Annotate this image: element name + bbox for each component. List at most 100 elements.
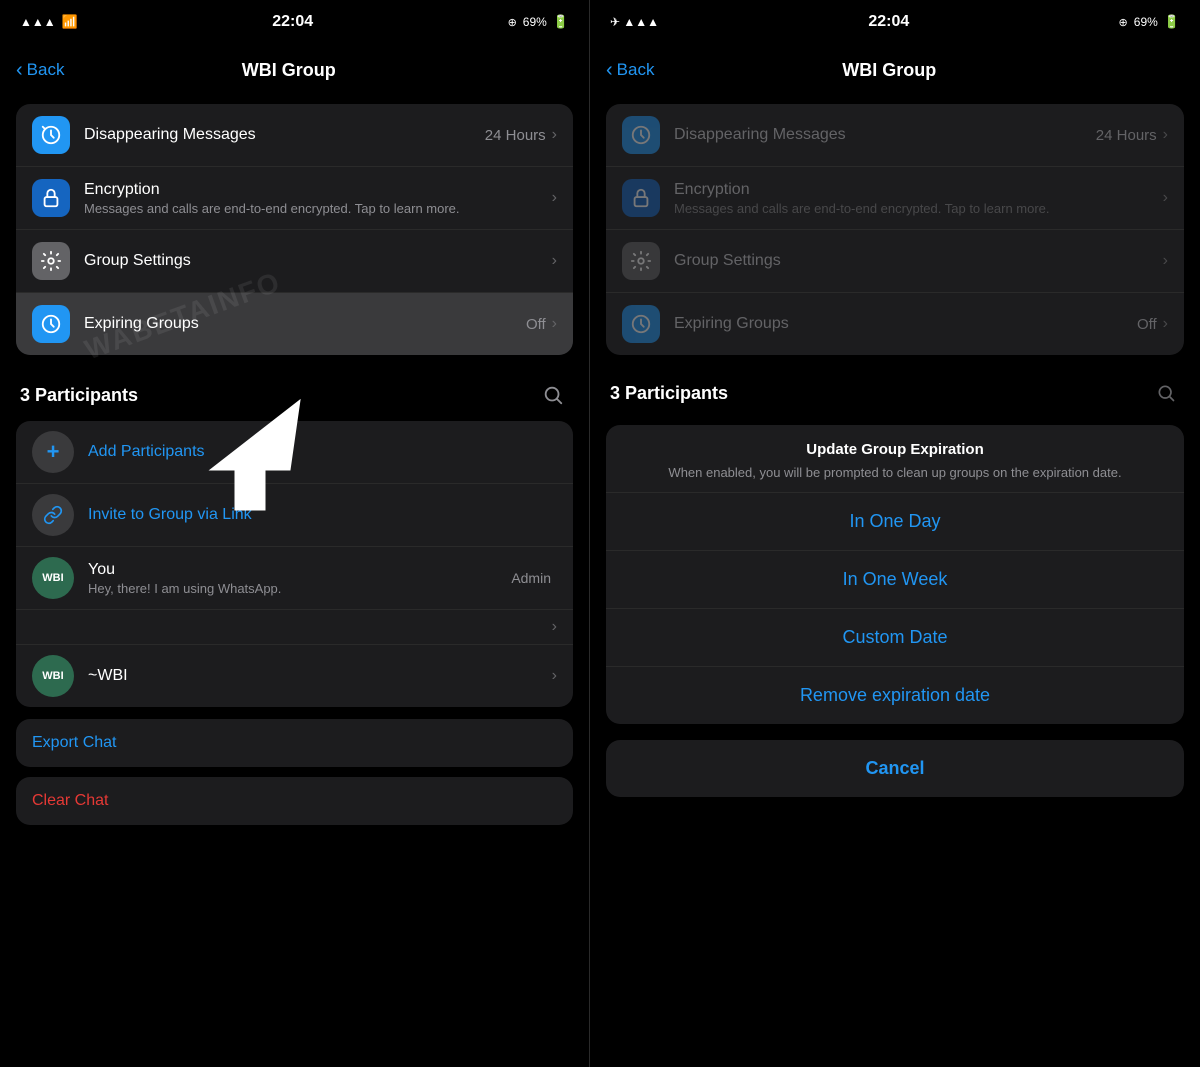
right-expiring-groups-icon: [622, 305, 660, 343]
battery-icon-left: 🔋: [553, 14, 569, 30]
invite-link-row[interactable]: Invite to Group via Link: [16, 484, 573, 547]
option-remove-expiration-label: Remove expiration date: [800, 685, 990, 705]
link-icon: [32, 494, 74, 536]
left-back-label: Back: [27, 60, 65, 80]
left-nav-bar: ‹ Back WBI Group: [0, 44, 589, 96]
signal-icon: ▲▲▲: [20, 15, 56, 29]
right-encryption-icon: [622, 179, 660, 217]
disappearing-icon: [32, 116, 70, 154]
you-badge: Admin: [511, 570, 551, 586]
right-status-bar: ✈ ▲▲▲ 22:04 ⊕ 69% 🔋: [590, 0, 1200, 44]
right-location-icon: ⊕: [1119, 16, 1128, 29]
battery-icon-right: 🔋: [1164, 14, 1180, 30]
option-in-one-week[interactable]: In One Week: [606, 550, 1184, 608]
add-participants-label: Add Participants: [88, 443, 557, 461]
right-encryption-chevron-icon: ›: [1163, 189, 1168, 207]
right-expiring-groups-chevron-icon: ›: [1163, 315, 1168, 333]
right-nav-bar: ‹ Back WBI Group: [590, 44, 1200, 96]
group-settings-title: Group Settings: [84, 252, 552, 270]
right-disappearing-chevron-icon: ›: [1163, 126, 1168, 144]
battery-percent-right: 69%: [1134, 15, 1158, 29]
right-participants-header: 3 Participants: [590, 363, 1200, 417]
group-settings-chevron-icon: ›: [552, 252, 557, 270]
right-expiring-groups-title: Expiring Groups: [674, 315, 1137, 333]
left-time: 22:04: [272, 13, 313, 31]
disappearing-value: 24 Hours: [485, 127, 546, 144]
more-row[interactable]: ›: [16, 610, 573, 645]
more-chevron-icon: ›: [552, 618, 557, 636]
left-row-disappearing[interactable]: Disappearing Messages 24 Hours ›: [16, 104, 573, 167]
right-encryption-subtitle: Messages and calls are end-to-end encryp…: [674, 201, 1163, 216]
you-status: Hey, there! I am using WhatsApp.: [88, 581, 511, 596]
right-signal-icon: ✈ ▲▲▲: [610, 15, 659, 29]
left-row-group-settings[interactable]: Group Settings ›: [16, 230, 573, 293]
right-encryption-title: Encryption: [674, 181, 1163, 199]
left-participants-card: + Add Participants Invite to Group via L…: [16, 421, 573, 707]
clear-chat-label: Clear Chat: [32, 792, 108, 809]
right-row-expiring-groups: Expiring Groups Off ›: [606, 293, 1184, 355]
encryption-icon: [32, 179, 70, 217]
battery-percent-left: 69%: [523, 15, 547, 29]
location-icon: ⊕: [508, 16, 517, 29]
right-back-button[interactable]: ‹ Back: [606, 59, 654, 82]
wbi-avatar: WBI: [32, 655, 74, 697]
option-custom-date-label: Custom Date: [842, 627, 947, 647]
encryption-subtitle: Messages and calls are end-to-end encryp…: [84, 201, 552, 216]
export-chat-button[interactable]: Export Chat: [16, 719, 573, 767]
right-group-settings-chevron-icon: ›: [1163, 252, 1168, 270]
right-disappearing-value: 24 Hours: [1096, 127, 1157, 144]
expiring-groups-chevron-icon: ›: [552, 315, 557, 333]
right-time: 22:04: [868, 13, 909, 31]
option-in-one-week-label: In One Week: [843, 569, 948, 589]
encryption-chevron-icon: ›: [552, 189, 557, 207]
left-nav-title: WBI Group: [64, 60, 513, 81]
group-settings-icon: [32, 242, 70, 280]
right-expiring-groups-value: Off: [1137, 316, 1157, 333]
you-name: You: [88, 561, 511, 579]
right-row-disappearing: Disappearing Messages 24 Hours ›: [606, 104, 1184, 167]
option-in-one-day[interactable]: In One Day: [606, 492, 1184, 550]
expiring-groups-value: Off: [526, 316, 546, 333]
modal-header: Update Group Expiration When enabled, yo…: [606, 425, 1184, 492]
clear-chat-button[interactable]: Clear Chat: [16, 777, 573, 825]
modal-title: Update Group Expiration: [626, 441, 1164, 458]
right-settings-card: Disappearing Messages 24 Hours › Encrypt…: [606, 104, 1184, 355]
left-row-expiring-groups[interactable]: Expiring Groups Off ›: [16, 293, 573, 355]
right-group-settings-title: Group Settings: [674, 252, 1163, 270]
left-back-chevron-icon: ‹: [16, 59, 23, 82]
right-back-label: Back: [617, 60, 655, 80]
modal-subtitle: When enabled, you will be prompted to cl…: [626, 464, 1164, 482]
disappearing-title: Disappearing Messages: [84, 126, 485, 144]
right-participants-title: 3 Participants: [610, 383, 728, 404]
you-avatar: WBI: [32, 557, 74, 599]
right-back-chevron-icon: ‹: [606, 59, 613, 82]
right-row-encryption: Encryption Messages and calls are end-to…: [606, 167, 1184, 230]
option-remove-expiration[interactable]: Remove expiration date: [606, 666, 1184, 724]
add-participants-row[interactable]: + Add Participants: [16, 421, 573, 484]
right-disappearing-icon: [622, 116, 660, 154]
right-disappearing-title: Disappearing Messages: [674, 126, 1096, 144]
wbi-name: ~WBI: [88, 667, 552, 685]
expiring-groups-title: Expiring Groups: [84, 315, 526, 333]
cancel-button[interactable]: Cancel: [606, 740, 1184, 797]
option-in-one-day-label: In One Day: [849, 511, 940, 531]
disappearing-chevron-icon: ›: [552, 126, 557, 144]
option-custom-date[interactable]: Custom Date: [606, 608, 1184, 666]
invite-link-label: Invite to Group via Link: [88, 506, 557, 524]
left-bottom-actions: Export Chat Clear Chat: [16, 719, 573, 825]
wifi-icon: 📶: [62, 14, 78, 30]
left-status-bar: ▲▲▲ 📶 22:04 ⊕ 69% 🔋: [0, 0, 589, 44]
right-search-button[interactable]: [1152, 379, 1180, 407]
left-row-encryption[interactable]: Encryption Messages and calls are end-to…: [16, 167, 573, 230]
left-search-button[interactable]: [537, 379, 569, 411]
left-settings-card: Disappearing Messages 24 Hours › Encrypt…: [16, 104, 573, 355]
encryption-title: Encryption: [84, 181, 552, 199]
you-row[interactable]: WBI You Hey, there! I am using WhatsApp.…: [16, 547, 573, 610]
wbi-chevron-icon: ›: [552, 667, 557, 685]
export-chat-label: Export Chat: [32, 734, 116, 751]
left-participants-title: 3 Participants: [20, 385, 138, 406]
expiration-modal: Update Group Expiration When enabled, yo…: [606, 425, 1184, 724]
left-back-button[interactable]: ‹ Back: [16, 59, 64, 82]
cancel-label: Cancel: [865, 758, 924, 778]
wbi-row[interactable]: WBI ~WBI ›: [16, 645, 573, 707]
